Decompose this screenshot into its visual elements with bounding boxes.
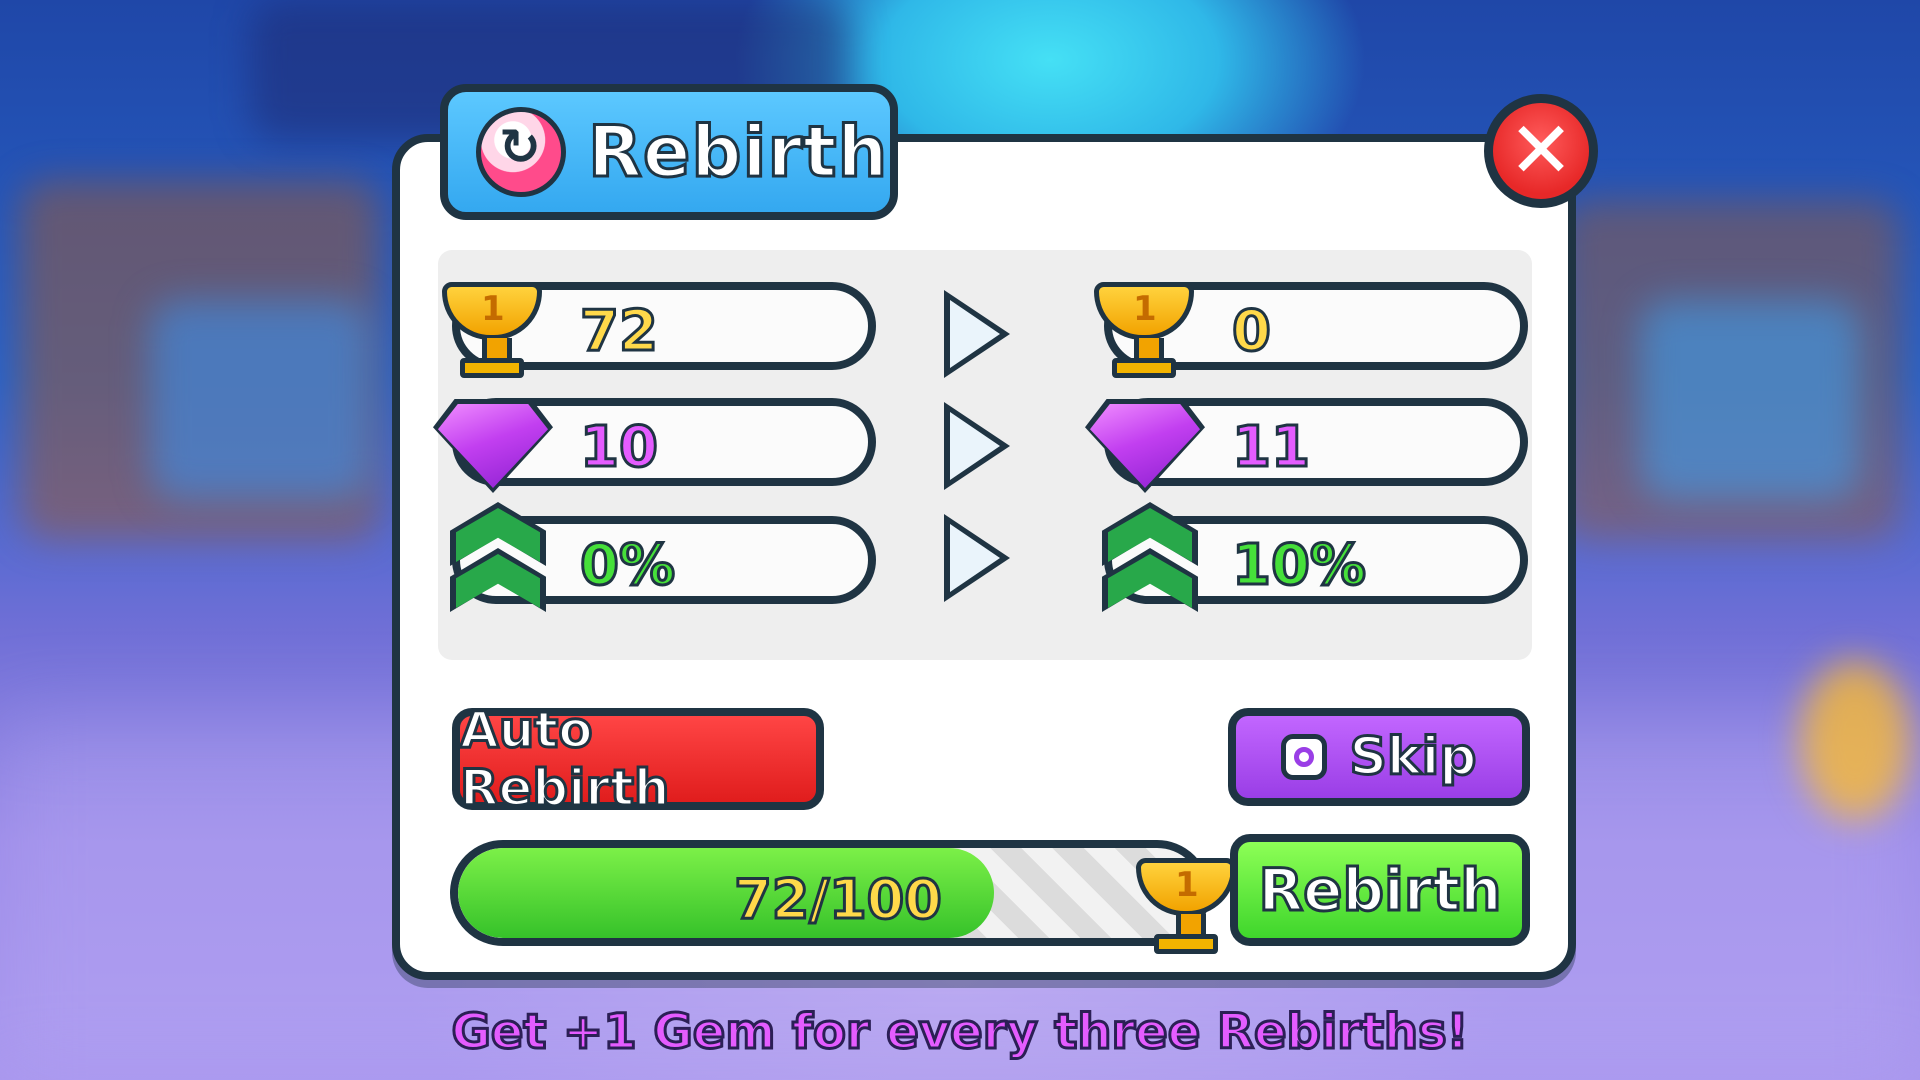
arrow-right-icon — [944, 402, 1010, 490]
boost-icon — [1098, 502, 1210, 612]
arrow-right-icon — [944, 514, 1010, 602]
rebirth-label: Rebirth — [1257, 855, 1503, 926]
trophy-icon — [1088, 282, 1200, 382]
stat-value: 72 — [579, 299, 660, 364]
background-window-left — [150, 300, 370, 500]
rebirth-progress-bar: 72/100 — [450, 840, 1210, 946]
page-title: Rebirth — [586, 110, 889, 195]
progress-text: 72/100 — [733, 867, 944, 933]
background-window-right — [1640, 300, 1860, 500]
stat-value: 0 — [1231, 299, 1273, 364]
arrow-right-icon — [944, 290, 1010, 378]
stat-value: 10 — [579, 415, 660, 480]
robux-icon — [1281, 734, 1328, 780]
rebirth-button[interactable]: Rebirth — [1230, 834, 1530, 946]
stat-value: 0% — [578, 533, 676, 598]
background-flame — [1800, 660, 1910, 820]
stat-value: 11 — [1231, 415, 1312, 480]
rebirth-icon — [476, 107, 566, 197]
trophy-icon — [436, 282, 548, 382]
skip-button[interactable]: Skip — [1228, 708, 1530, 806]
trophy-icon — [1130, 858, 1242, 958]
skip-label: Skip — [1348, 726, 1478, 789]
auto-rebirth-button[interactable]: Auto Rebirth — [452, 700, 824, 819]
title-tab: Rebirth — [440, 84, 898, 220]
gem-icon — [433, 396, 553, 496]
close-button[interactable]: ✕ — [1484, 94, 1598, 208]
stat-value: 10% — [1230, 533, 1367, 598]
boost-icon — [446, 502, 558, 612]
rebirth-hint-text: Get +1 Gem for every three Rebirths! — [450, 1003, 1470, 1062]
gem-icon — [1085, 396, 1205, 496]
auto-rebirth-label: Auto Rebirth — [459, 700, 672, 819]
